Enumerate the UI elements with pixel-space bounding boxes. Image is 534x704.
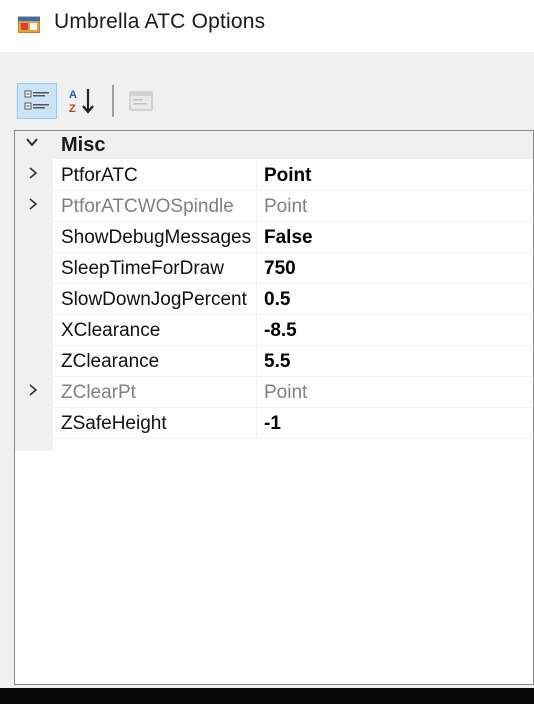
category-row-misc[interactable]: Misc xyxy=(15,131,533,159)
categorized-view-icon xyxy=(24,90,49,110)
property-name: ZClearance xyxy=(61,351,160,372)
column-divider[interactable] xyxy=(256,161,257,190)
column-divider[interactable] xyxy=(256,347,257,376)
property-name: PtforATC xyxy=(61,165,138,186)
property-row[interactable]: ZClearance 5.5 xyxy=(15,347,533,377)
column-divider[interactable] xyxy=(256,192,257,221)
property-row[interactable]: ZSafeHeight -1 xyxy=(15,409,533,439)
property-value[interactable]: -8.5 xyxy=(264,320,524,342)
chevron-right-icon[interactable] xyxy=(27,164,39,187)
svg-text:A: A xyxy=(69,89,77,101)
property-value[interactable]: Point xyxy=(264,165,524,187)
property-value[interactable]: Point xyxy=(264,382,524,404)
property-name: SlowDownJogPercent xyxy=(61,289,247,310)
property-value[interactable]: 5.5 xyxy=(264,351,524,373)
column-divider[interactable] xyxy=(256,285,257,314)
property-value[interactable]: False xyxy=(264,227,524,249)
app-window-icon xyxy=(18,16,40,33)
property-grid-toolbar: A Z xyxy=(0,52,534,128)
property-row[interactable]: XClearance -8.5 xyxy=(15,316,533,346)
alphabetical-sort-icon: A Z xyxy=(69,89,94,115)
property-name: ZClearPt xyxy=(61,382,136,403)
column-divider[interactable] xyxy=(256,254,257,283)
chevron-down-icon[interactable] xyxy=(25,135,39,154)
property-value[interactable]: -1 xyxy=(264,413,524,435)
toolbar-separator xyxy=(112,85,114,117)
svg-text:Z: Z xyxy=(69,103,76,115)
window-bottom-edge xyxy=(0,688,534,704)
chevron-right-icon[interactable] xyxy=(27,381,39,404)
property-pages-button[interactable] xyxy=(121,82,161,120)
property-row[interactable]: PtforATCWOSpindle Point xyxy=(15,192,533,222)
property-row[interactable]: SleepTimeForDraw 750 xyxy=(15,254,533,284)
property-row[interactable]: SlowDownJogPercent 0.5 xyxy=(15,285,533,315)
property-name: XClearance xyxy=(61,320,161,341)
property-name: PtforATCWOSpindle xyxy=(61,196,234,217)
column-divider[interactable] xyxy=(256,409,257,438)
property-row[interactable]: ShowDebugMessages False xyxy=(15,223,533,253)
property-name: ShowDebugMessages xyxy=(61,227,252,248)
property-value[interactable]: 750 xyxy=(264,258,524,280)
window-title: Umbrella ATC Options xyxy=(54,10,266,33)
property-name: SleepTimeForDraw xyxy=(61,258,224,279)
property-name: ZSafeHeight xyxy=(61,413,167,434)
title-bar: Umbrella ATC Options xyxy=(0,0,534,52)
categorized-button[interactable] xyxy=(17,83,57,119)
category-label: Misc xyxy=(61,134,106,156)
chevron-right-icon[interactable] xyxy=(27,195,39,218)
property-grid[interactable]: Misc PtforATC Point PtforATCWOSpindle Point… xyxy=(14,130,534,685)
property-row[interactable]: PtforATC Point xyxy=(15,161,533,191)
property-row[interactable]: ZClearPt Point xyxy=(15,378,533,408)
property-value[interactable]: Point xyxy=(264,196,524,218)
property-value[interactable]: 0.5 xyxy=(264,289,524,311)
column-divider[interactable] xyxy=(256,378,257,407)
column-divider[interactable] xyxy=(256,316,257,345)
column-divider[interactable] xyxy=(256,223,257,252)
property-pages-icon xyxy=(129,91,153,111)
alphabetical-button[interactable]: A Z xyxy=(62,82,102,120)
